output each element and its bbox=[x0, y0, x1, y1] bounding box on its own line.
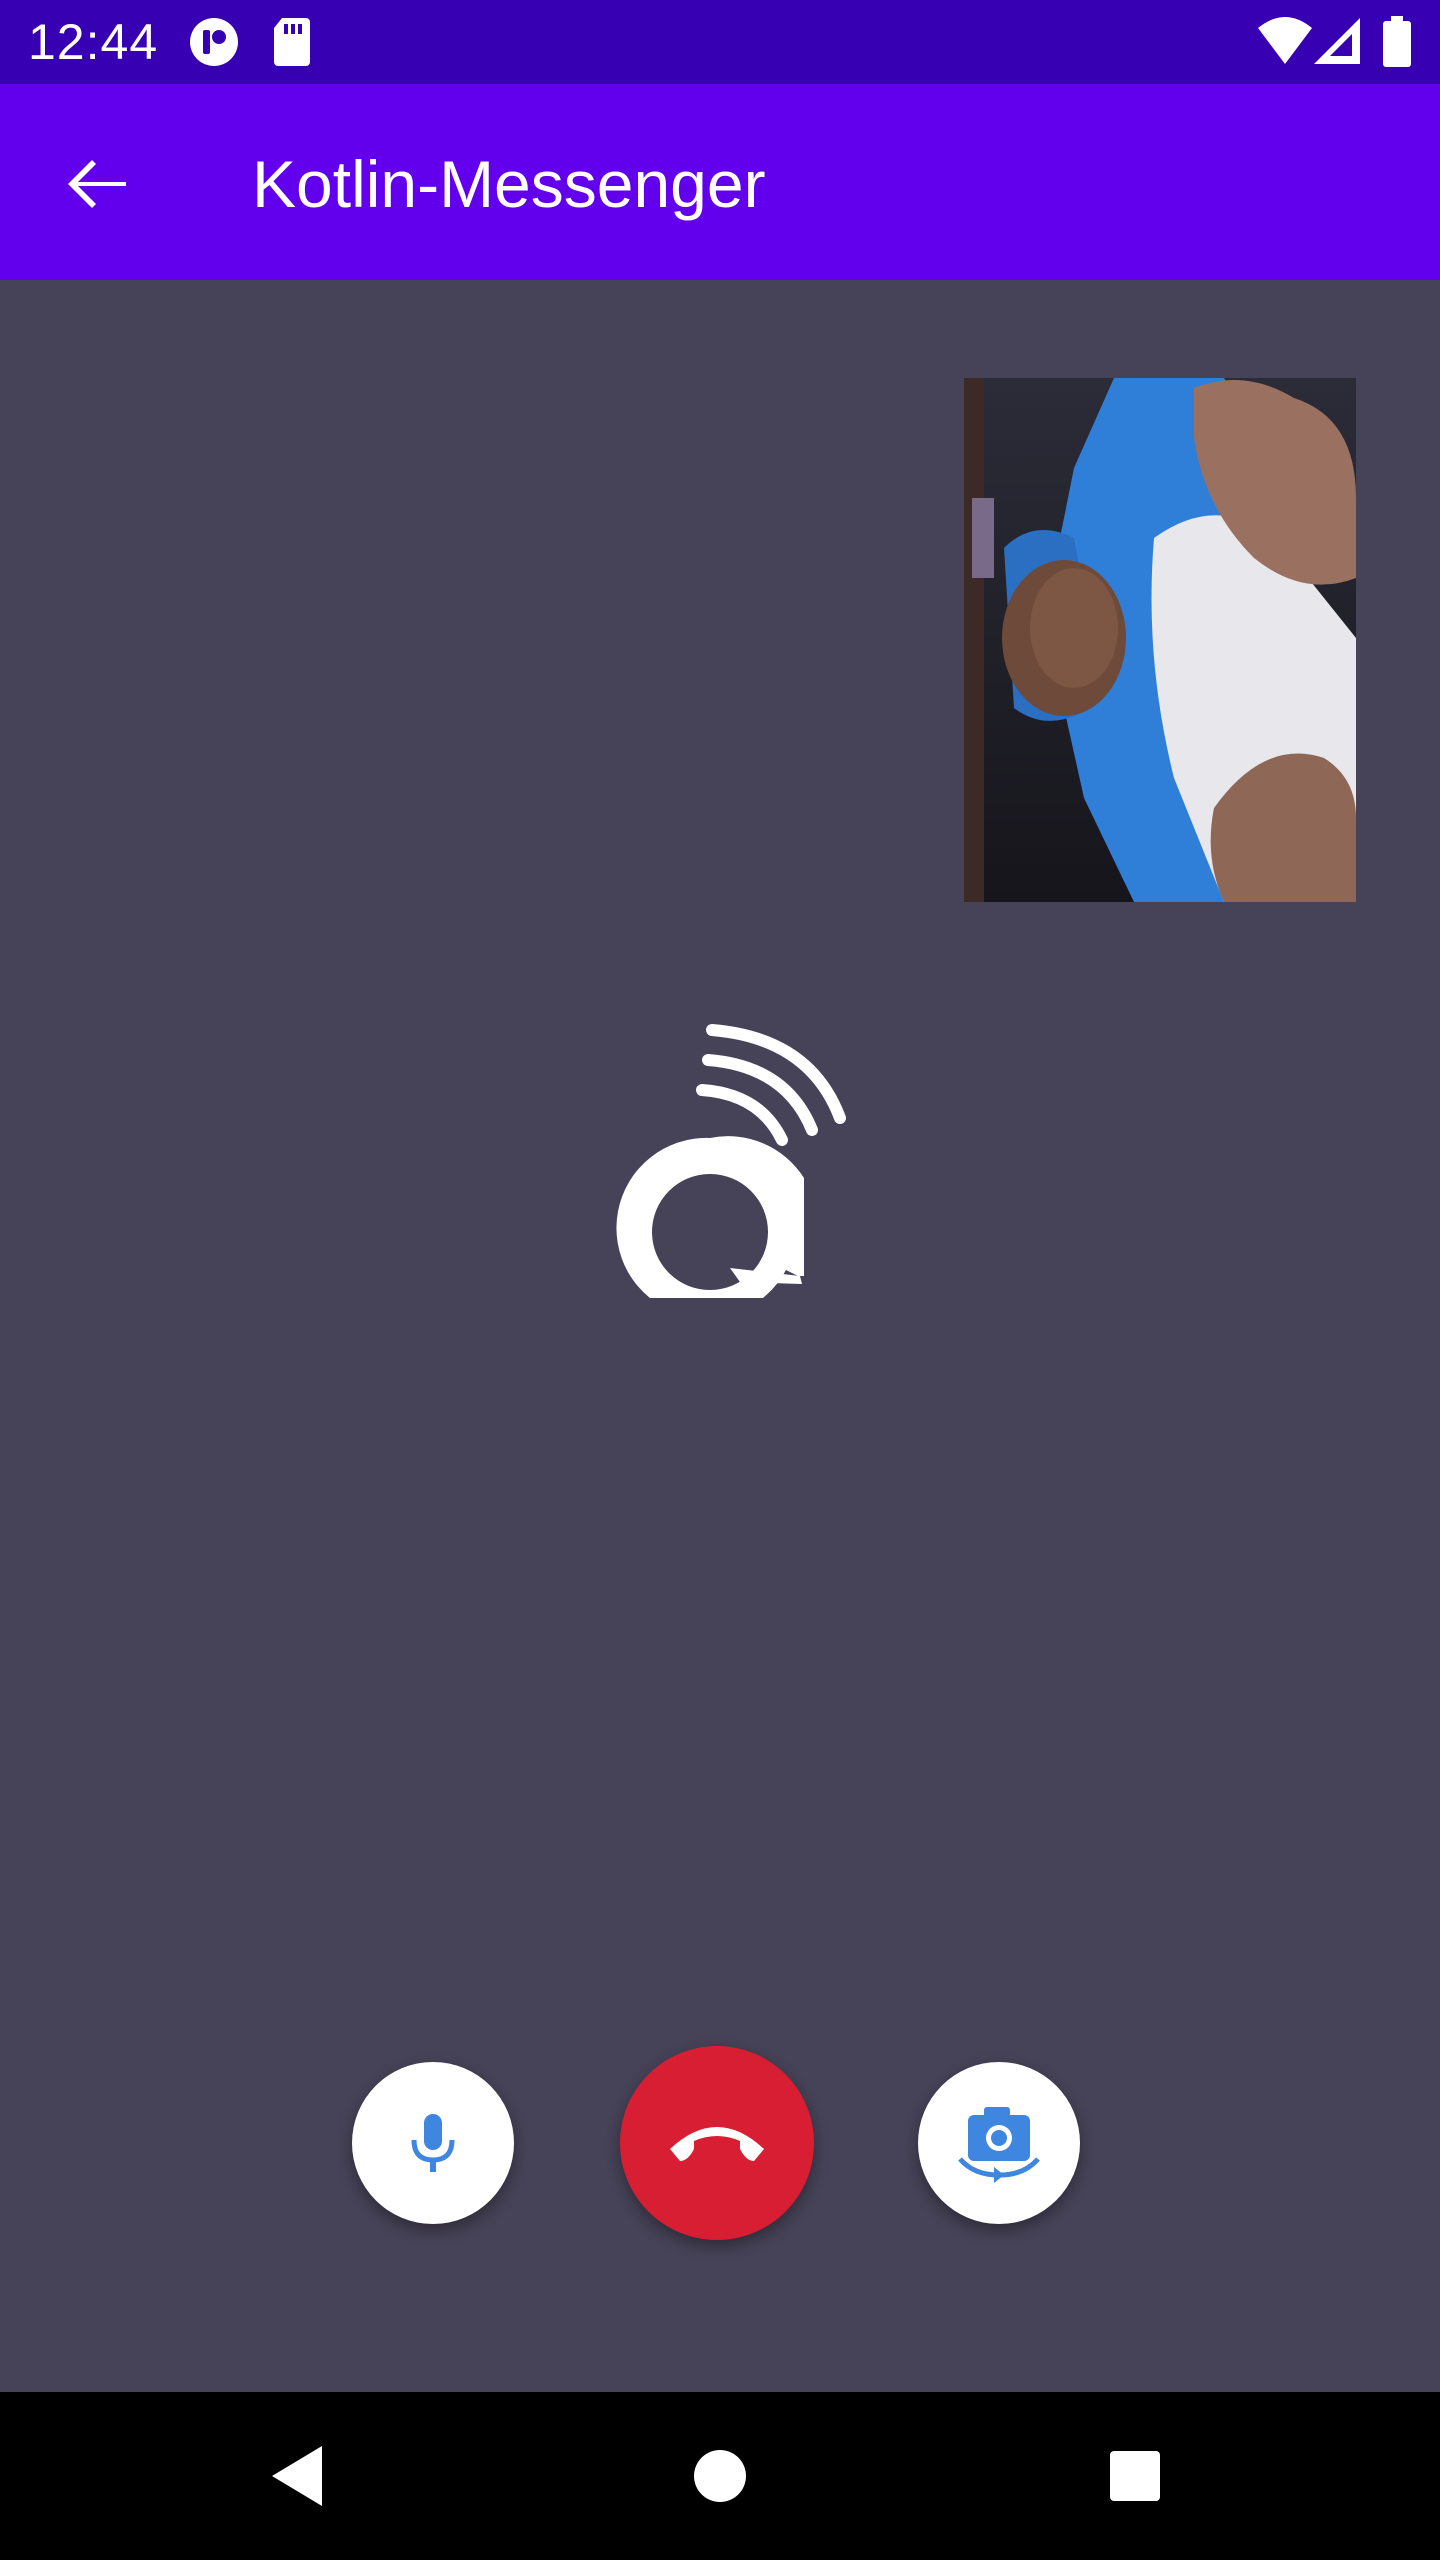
home-circle-icon[interactable] bbox=[670, 2426, 770, 2526]
sd-card-icon bbox=[274, 18, 310, 66]
phone-hangup-icon bbox=[670, 2127, 764, 2161]
camera-switch-icon bbox=[958, 2107, 1040, 2183]
app-bar: Kotlin-Messenger bbox=[0, 84, 1440, 280]
app-logo-icon bbox=[616, 1024, 846, 1298]
back-triangle-icon[interactable] bbox=[250, 2426, 350, 2526]
battery-icon bbox=[1383, 16, 1411, 67]
recents-square-icon[interactable] bbox=[1085, 2426, 1185, 2526]
notification-app-icon bbox=[190, 18, 238, 66]
back-arrow-icon[interactable] bbox=[56, 142, 140, 226]
local-video-preview[interactable] bbox=[964, 378, 1356, 902]
self-camera-image bbox=[964, 378, 1356, 902]
cellular-signal-icon bbox=[1314, 18, 1360, 64]
mute-button[interactable] bbox=[352, 2062, 514, 2224]
status-time: 12:44 bbox=[28, 14, 159, 70]
status-bar: 12:44 bbox=[0, 0, 1440, 84]
system-navigation-bar bbox=[0, 2392, 1440, 2560]
microphone-icon bbox=[411, 2114, 455, 2172]
wifi-icon bbox=[1258, 17, 1312, 64]
end-call-button[interactable] bbox=[620, 2046, 814, 2240]
app-title: Kotlin-Messenger bbox=[252, 147, 766, 221]
switch-camera-button[interactable] bbox=[918, 2062, 1080, 2224]
